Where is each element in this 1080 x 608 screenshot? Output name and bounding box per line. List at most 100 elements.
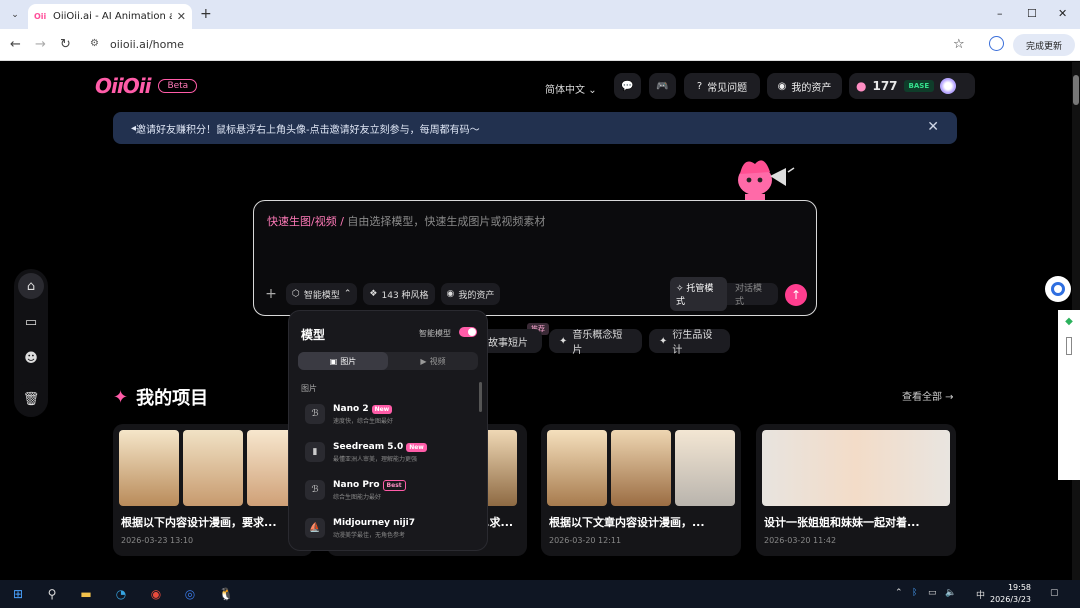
my-assets-label: 我的资产 <box>791 82 832 94</box>
credits-coin-icon: ● <box>856 79 867 93</box>
project-card[interactable]: 设计一张姐姐和妹妹一起对着... 2026-03-20 11:42 <box>756 424 956 556</box>
card-title: 设计一张姐姐和妹妹一起对着... <box>764 516 920 529</box>
edge-browser-icon[interactable]: ◔ <box>113 586 129 602</box>
sparkle-icon: ✦ <box>113 386 129 408</box>
chat-mode-option[interactable]: 对话模式 <box>727 277 778 311</box>
credits-count: 177 <box>872 79 898 93</box>
file-explorer-icon[interactable]: ▬ <box>78 586 94 602</box>
window-maximize-button[interactable]: ☐ <box>1027 7 1037 20</box>
user-avatar[interactable] <box>940 78 957 94</box>
new-badge: New <box>406 442 427 452</box>
sparkle-icon: ✦ <box>659 335 668 347</box>
smart-model-dropdown[interactable]: ⬡ 智能模型 ⌃ <box>286 283 358 305</box>
new-tab-plus-icon[interactable]: + <box>200 6 212 22</box>
shield-icon[interactable]: ◆ <box>1065 316 1073 327</box>
model-option-nano-pro[interactable]: ℬ Nano Pro Best 综合生图能力最好 <box>305 475 475 505</box>
discord-button[interactable]: 🎮 <box>649 73 676 99</box>
tab-close-icon[interactable]: ✕ <box>177 10 186 23</box>
battery-icon[interactable]: ▭ <box>928 588 937 598</box>
quick-action-music[interactable]: ✦ 音乐概念短片 <box>549 329 642 356</box>
floating-assistant-icon[interactable] <box>1045 276 1071 302</box>
forward-arrow-icon[interactable]: → <box>35 37 46 52</box>
windows-start-icon[interactable]: ⊞ <box>10 586 26 602</box>
back-arrow-icon[interactable]: ← <box>10 37 21 52</box>
quick-action-label: 音乐概念短片 <box>572 330 623 356</box>
window-close-button[interactable]: ✕ <box>1058 7 1067 20</box>
brand-logo[interactable]: OiiOii Beta <box>95 74 198 98</box>
projects-title: 我的项目 <box>136 388 209 409</box>
invite-banner[interactable]: ◂ 邀请好友赚积分！鼠标悬浮右上角头像-点击邀请好友立刻参与，每周都有码～ ✕ <box>113 112 957 144</box>
quick-action-label: 衍生品设计 <box>672 330 713 356</box>
clock[interactable]: 19:58 2026/3/23 <box>990 582 1031 606</box>
windows-taskbar: ⊞ ⚲ ▬ ◔ ◉ ◎ 🐧 ⌃ ᛒ ▭ 🔈 中 19:58 2026/3/23 … <box>0 580 1080 608</box>
sailboat-icon: ⛵ <box>305 518 325 538</box>
faq-button[interactable]: ? 常见问题 <box>684 73 760 99</box>
banana-icon: ℬ <box>305 480 325 500</box>
folder-icon[interactable]: ▭ <box>18 309 44 335</box>
clock-date: 2026/3/23 <box>990 595 1032 604</box>
model-option-seedream[interactable]: ▮ Seedream 5.0 New 最懂亚洲人审美，理解能力更强 <box>305 437 475 467</box>
prompt-text[interactable]: 快速生图/视频 / 自由选择模型，快速生成图片或视频素材 <box>267 213 545 229</box>
prompt-assets-label: 我的资产 <box>458 290 495 301</box>
prompt-box[interactable]: 快速生图/视频 / 自由选择模型，快速生成图片或视频素材 + ⬡ 智能模型 ⌃ … <box>253 200 817 316</box>
palette-icon: ❖ <box>369 289 378 299</box>
tab-image[interactable]: ▣ 图片 <box>298 352 388 370</box>
ime-indicator[interactable]: 中 <box>976 588 985 601</box>
thumbnail-image <box>547 430 607 506</box>
browser-profile-icon[interactable] <box>989 36 1004 51</box>
card-title: 根据以下文章内容设计漫画，... <box>549 516 705 529</box>
wechat-button[interactable]: 💬 <box>614 73 641 99</box>
model-option-midjourney[interactable]: ⛵ Midjourney niji7 动漫美学最佳，无角色参考 <box>305 513 475 543</box>
smart-model-toggle[interactable] <box>459 327 477 337</box>
bars-icon: ▮ <box>305 442 325 462</box>
model-option-nano-2[interactable]: ℬ Nano 2 New 速度快，综合生图最好 <box>305 399 475 429</box>
close-icon[interactable]: ✕ <box>927 119 939 135</box>
language-selector[interactable]: 简体中文 ⌄ <box>545 81 597 96</box>
tray-chevron-icon[interactable]: ⌃ <box>895 588 903 598</box>
tab-list-chevron-icon[interactable]: ⌄ <box>6 6 24 24</box>
dropdown-scrollbar[interactable] <box>479 382 482 412</box>
reload-icon[interactable]: ↻ <box>60 37 71 52</box>
project-card[interactable]: 根据以下文章内容设计漫画，... 2026-03-20 12:11 <box>541 424 741 556</box>
tab-video[interactable]: ▶ 视频 <box>388 352 478 370</box>
update-browser-button[interactable]: 完成更新 <box>1013 34 1075 56</box>
chrome-icon[interactable]: ◉ <box>148 586 164 602</box>
mode-switch[interactable]: ✧ 托管模式 对话模式 <box>670 277 778 311</box>
projects-heading: ✦ 我的项目 <box>113 384 208 410</box>
model-desc: 综合生图能力最好 <box>333 493 382 501</box>
bookmark-star-icon[interactable]: ☆ <box>953 37 965 52</box>
styles-button[interactable]: ❖ 143 种风格 <box>363 283 435 305</box>
qq-penguin-icon[interactable]: 🐧 <box>218 586 234 602</box>
card-date: 2026-03-23 13:10 <box>121 536 194 545</box>
prompt-placeholder: 自由选择模型，快速生成图片或视频素材 <box>347 215 546 228</box>
notification-icon[interactable]: ▢ <box>1050 588 1059 598</box>
search-icon[interactable]: ⚲ <box>44 586 60 602</box>
see-all-link[interactable]: 查看全部 → <box>902 388 954 403</box>
window-minimize-button[interactable]: – <box>997 7 1003 20</box>
scrollbar-thumb[interactable] <box>1073 75 1079 105</box>
volume-icon[interactable]: 🔈 <box>945 588 956 598</box>
prompt-toolbar: + ⬡ 智能模型 ⌃ ❖ 143 种风格 ◉ 我的资产 <box>262 283 501 305</box>
browser-tab-bar: ⌄ Oii OiiOii.ai - AI Animation agen ✕ + … <box>0 0 1080 29</box>
url-field[interactable]: oiioii.ai/home <box>110 38 184 51</box>
project-card[interactable]: 根据以下内容设计漫画，要求... 2026-03-23 13:10 <box>113 424 313 556</box>
card-thumbnails <box>547 430 735 506</box>
quick-action-merch[interactable]: ✦ 衍生品设计 <box>649 329 730 356</box>
prompt-assets-button[interactable]: ◉ 我的资产 <box>440 283 501 305</box>
my-assets-button[interactable]: ◉ 我的资产 <box>767 73 842 99</box>
credits-widget[interactable]: ● 177 BASE <box>849 73 975 99</box>
app-circle-icon[interactable]: ◎ <box>182 586 198 602</box>
browser-tab-oiioii[interactable]: Oii OiiOii.ai - AI Animation agen ✕ <box>28 4 192 29</box>
character-face-icon[interactable]: ☻ <box>18 345 44 371</box>
site-info-icon[interactable]: ⚙ <box>90 38 99 49</box>
chevron-up-icon: ⌃ <box>343 289 352 299</box>
oiioii-favicon-icon: Oii <box>34 12 47 21</box>
trash-icon[interactable]: 🗑 <box>14 382 48 416</box>
add-attachment-plus-icon[interactable]: + <box>262 286 280 302</box>
send-arrow-icon[interactable]: ↑ <box>785 284 807 306</box>
bluetooth-icon[interactable]: ᛒ <box>912 588 917 598</box>
media-type-tabs: ▣ 图片 ▶ 视频 <box>298 352 478 370</box>
best-badge: Best <box>382 479 406 491</box>
managed-mode-option[interactable]: ✧ 托管模式 <box>670 277 728 311</box>
home-icon[interactable]: ⌂ <box>18 273 44 299</box>
